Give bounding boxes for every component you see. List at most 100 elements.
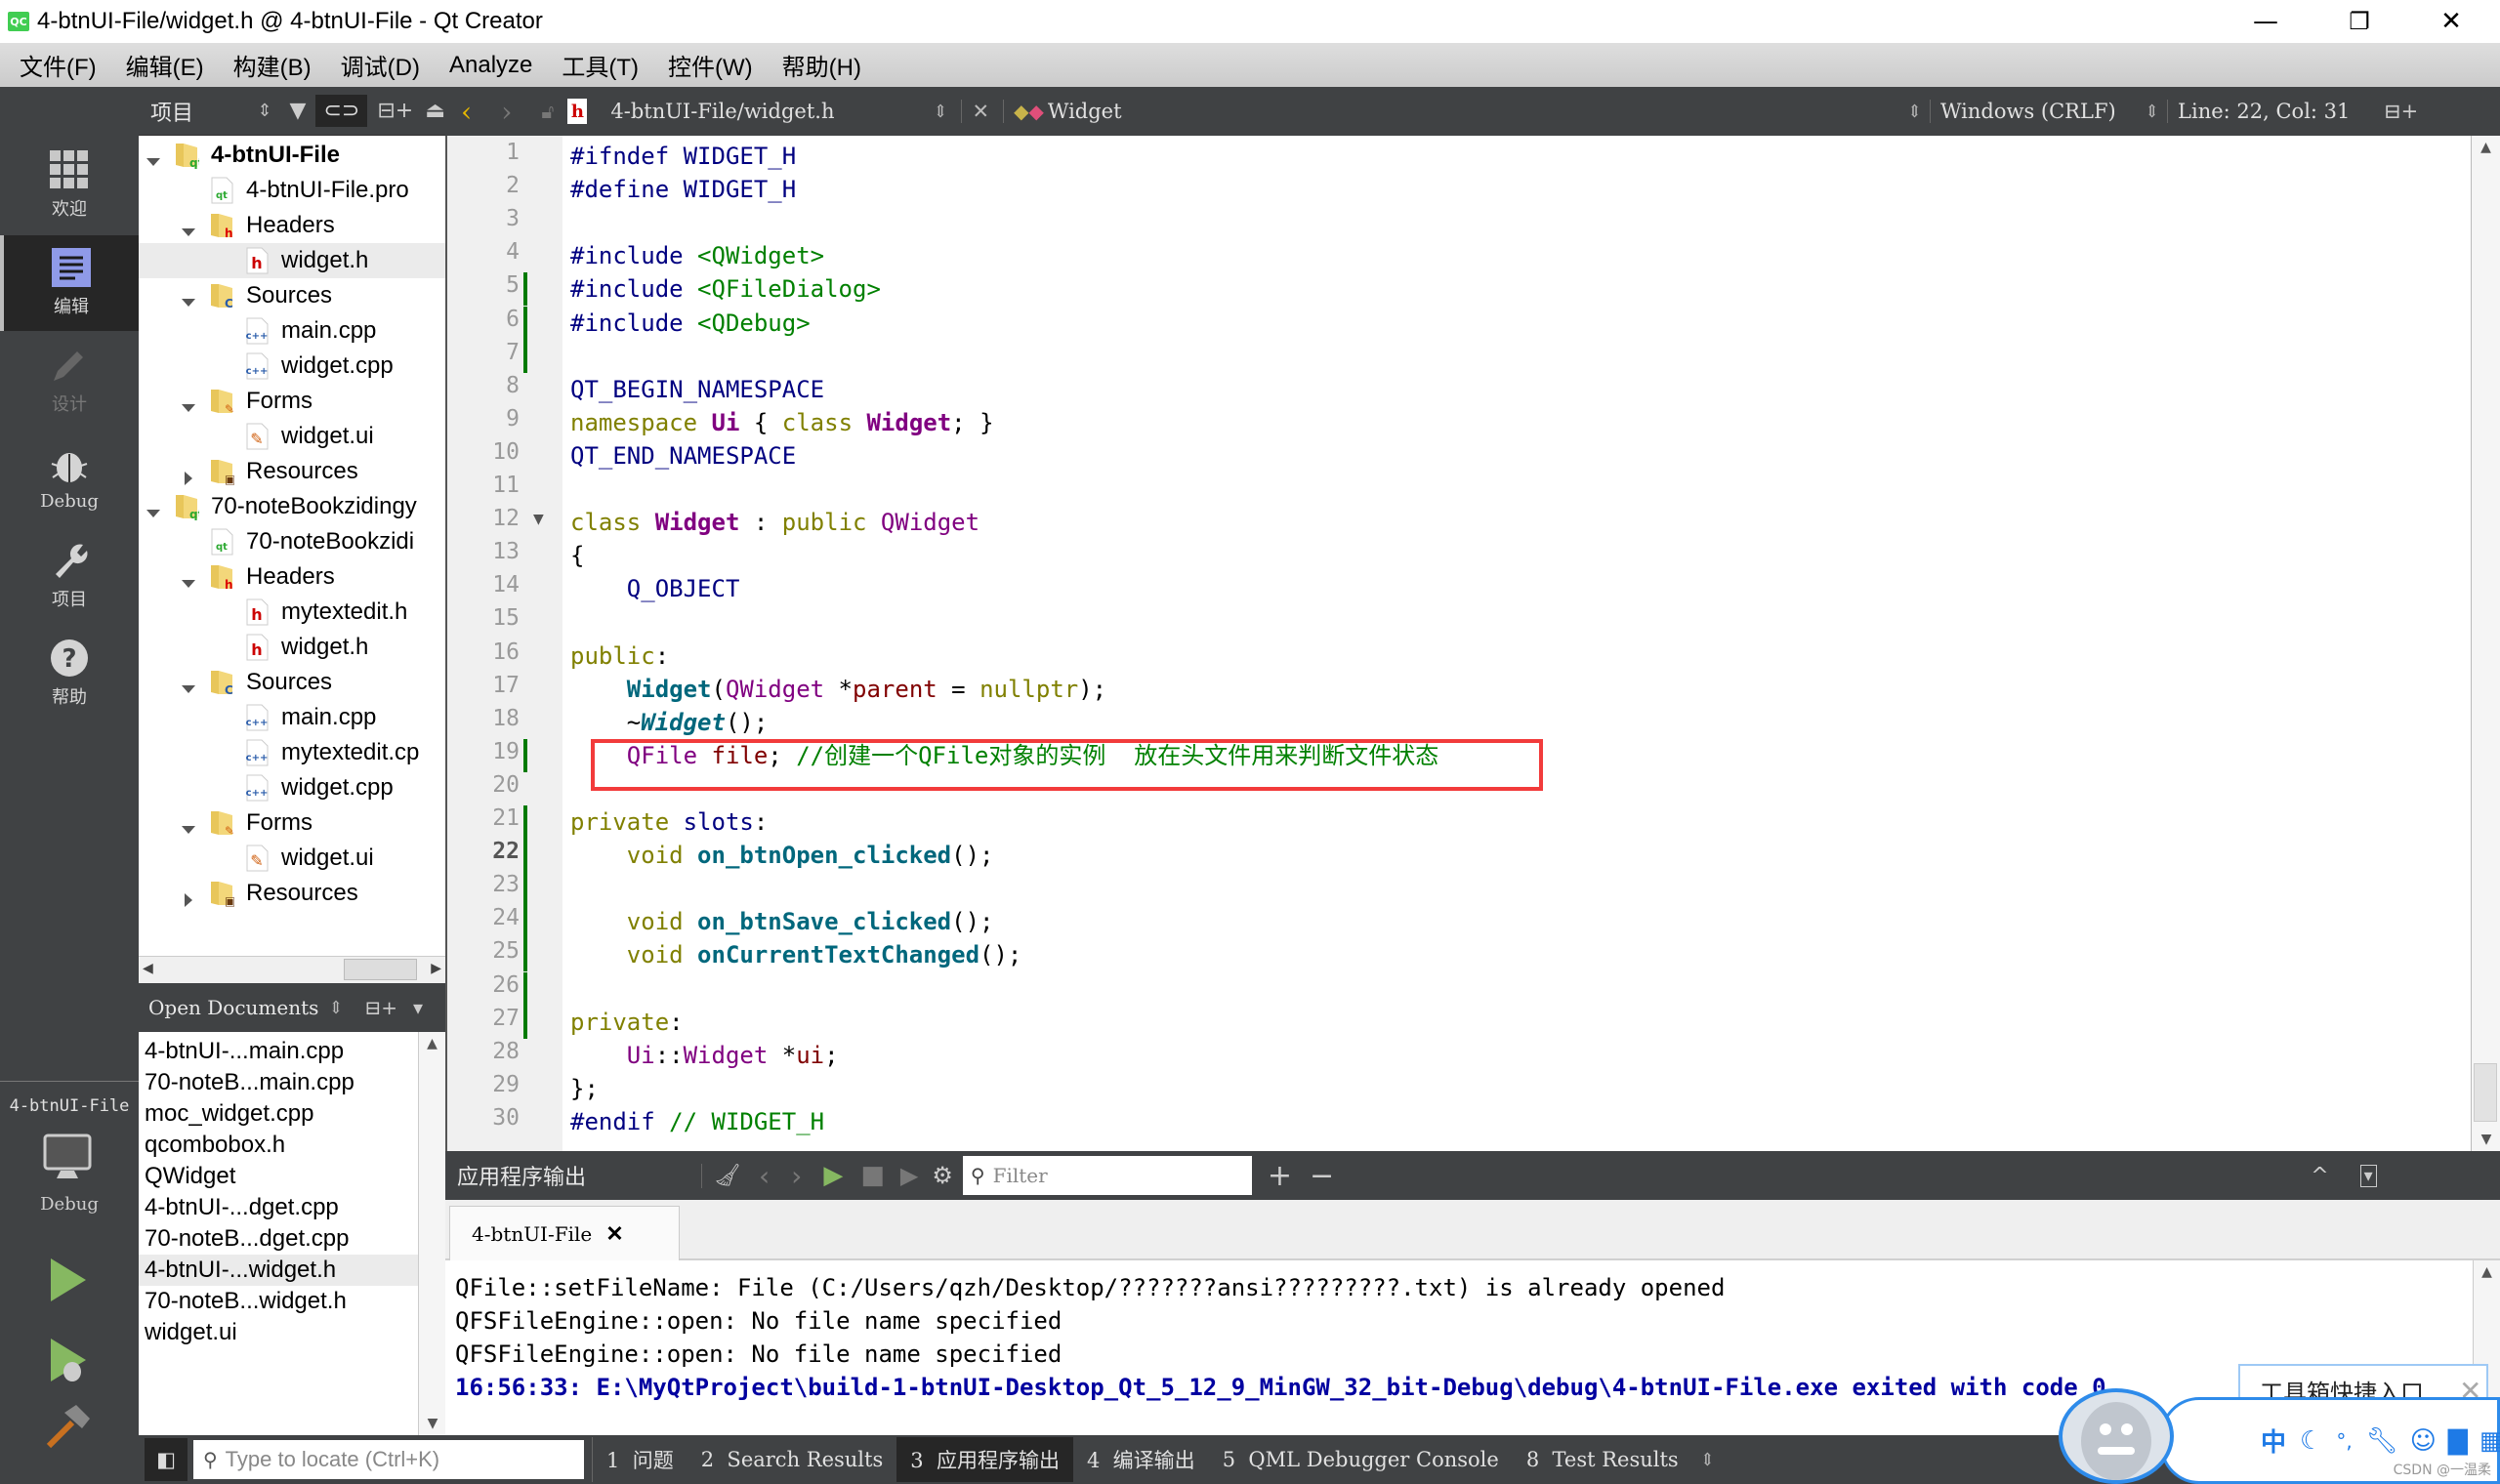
mode-debug[interactable]: Debug bbox=[0, 431, 139, 526]
chevron-down-icon[interactable] bbox=[182, 570, 195, 588]
output-pane-tab[interactable]: 3 应用程序输出 bbox=[896, 1437, 1073, 1482]
restore-button[interactable]: ❐ bbox=[2320, 0, 2398, 43]
open-document-item[interactable]: moc_widget.cpp bbox=[145, 1098, 313, 1130]
open-documents-title[interactable]: Open Documents bbox=[148, 996, 318, 1019]
tree-item[interactable]: C+ Sources bbox=[139, 665, 332, 700]
menu-item[interactable]: 调试(D) bbox=[341, 48, 420, 82]
close-button[interactable]: ✕ bbox=[2412, 0, 2490, 43]
menu-item[interactable]: 文件(F) bbox=[20, 48, 97, 82]
view-selector[interactable]: 项目 bbox=[150, 96, 218, 127]
close-panel-icon[interactable]: ⏏ bbox=[425, 99, 445, 123]
menu-item[interactable]: Analyze bbox=[449, 52, 532, 79]
output-pane-tab[interactable]: 2 Search Results bbox=[688, 1437, 897, 1482]
project-tree-hscrollbar[interactable]: ◀ ▶ bbox=[139, 956, 445, 983]
tree-item[interactable]: c++ main.cpp bbox=[139, 700, 376, 735]
tree-item[interactable]: ✎ Forms bbox=[139, 805, 312, 841]
chevron-down-icon[interactable] bbox=[146, 148, 160, 166]
remove-icon[interactable]: − bbox=[1310, 1159, 1334, 1193]
open-document-item[interactable]: 4-btnUI-...dget.cpp bbox=[145, 1192, 339, 1223]
run-button[interactable] bbox=[47, 1257, 90, 1307]
open-document-item[interactable]: 4-btnUI-...main.cpp bbox=[145, 1036, 344, 1067]
tree-item[interactable]: ▣ Resources bbox=[139, 876, 358, 911]
editor-vscrollbar[interactable]: ▲ ▼ bbox=[2471, 136, 2500, 1151]
open-document-item[interactable]: 70-noteB...main.cpp bbox=[145, 1067, 354, 1098]
moon-icon[interactable]: ☾ bbox=[2300, 1426, 2322, 1456]
output-pane-tab[interactable]: 5 QML Debugger Console bbox=[1209, 1437, 1513, 1482]
updown-chevron-icon[interactable]: ⇕ bbox=[1907, 102, 1922, 122]
settings-gear-icon[interactable]: ⚙ bbox=[932, 1162, 953, 1189]
split-add-icon[interactable]: ⊟+ bbox=[377, 99, 413, 123]
tree-item[interactable]: qt 4-btnUI-File bbox=[139, 138, 340, 173]
mode-projects[interactable]: 项目 bbox=[0, 528, 139, 624]
mode-edit[interactable]: 编辑 bbox=[0, 235, 139, 331]
output-pane-tab[interactable]: 1 问题 bbox=[593, 1437, 688, 1482]
locator-input[interactable]: ⚲ Type to locate (Ctrl+K) bbox=[193, 1440, 584, 1479]
hide-pane-icon[interactable]: ▾ bbox=[2359, 1164, 2377, 1187]
attach-debugger-icon[interactable]: ▶ bbox=[900, 1162, 918, 1189]
clear-output-icon[interactable]: 🧹︎ bbox=[701, 1163, 741, 1188]
punctuation-icon[interactable]: °, bbox=[2336, 1429, 2352, 1453]
tree-item[interactable]: qt 70-noteBookzidingy bbox=[139, 489, 417, 524]
open-documents-scrollbar[interactable]: ▲ ▼ bbox=[418, 1032, 445, 1435]
forward-arrow-icon[interactable]: › bbox=[501, 96, 512, 128]
output-pane-tab[interactable]: 8 Test Results bbox=[1513, 1437, 1692, 1482]
tree-item[interactable]: h widget.h bbox=[139, 243, 445, 278]
tree-item[interactable]: c++ widget.cpp bbox=[139, 770, 394, 805]
output-pane-tab[interactable]: 4 编译输出 bbox=[1073, 1437, 1209, 1482]
maximize-pane-icon[interactable]: ^ bbox=[2311, 1164, 2328, 1188]
split-add-icon[interactable]: ⊟+ bbox=[2384, 100, 2418, 123]
output-tab[interactable]: 4-btnUI-File ✕ bbox=[449, 1206, 680, 1260]
grid-icon[interactable]: ▦ bbox=[2479, 1426, 2500, 1456]
shirt-icon[interactable]: ▇ bbox=[2448, 1426, 2468, 1456]
tree-item[interactable]: ✎ widget.ui bbox=[139, 419, 374, 454]
back-arrow-icon[interactable]: ‹ bbox=[461, 96, 472, 128]
previous-icon[interactable]: ‹ bbox=[759, 1160, 770, 1192]
build-button[interactable] bbox=[43, 1403, 92, 1456]
code-editor[interactable]: #ifndef WIDGET_H #define WIDGET_H #include… bbox=[562, 136, 2471, 1151]
tree-item[interactable]: ✎ Forms bbox=[139, 384, 312, 419]
close-panel-icon[interactable]: ▾ bbox=[413, 996, 423, 1019]
tree-item[interactable]: c++ main.cpp bbox=[139, 313, 376, 349]
tree-item[interactable]: c++ widget.cpp bbox=[139, 349, 394, 384]
unlock-icon[interactable]: 🔓︎ bbox=[541, 100, 554, 123]
debug-run-button[interactable] bbox=[47, 1337, 90, 1387]
minimize-button[interactable]: — bbox=[2227, 0, 2305, 43]
chevron-down-icon[interactable] bbox=[182, 219, 195, 236]
menu-item[interactable]: 工具(T) bbox=[562, 48, 639, 82]
fold-marker-icon[interactable]: ▼ bbox=[533, 512, 544, 527]
open-document-item[interactable]: 70-noteB...dget.cpp bbox=[145, 1223, 349, 1255]
tree-item[interactable]: C+ Sources bbox=[139, 278, 332, 313]
filter-icon[interactable]: ▼ bbox=[290, 99, 307, 123]
tree-item[interactable]: h mytextedit.h bbox=[139, 595, 407, 630]
smiley-icon[interactable]: ☺ bbox=[2410, 1426, 2437, 1456]
updown-chevron-icon[interactable]: ⇕ bbox=[933, 102, 947, 122]
link-with-editor-icon[interactable]: ⊂⊃ bbox=[315, 95, 368, 127]
tree-item[interactable]: ▣ Resources bbox=[139, 454, 358, 489]
next-icon[interactable]: › bbox=[791, 1160, 802, 1192]
open-document-item[interactable]: 70-noteB...widget.h bbox=[145, 1286, 347, 1317]
mode-help[interactable]: ? 帮助 bbox=[0, 626, 139, 721]
menu-item[interactable]: 控件(W) bbox=[668, 48, 753, 82]
close-tab-icon[interactable]: ✕ bbox=[605, 1221, 623, 1247]
output-filter-input[interactable]: ⚲ Filter bbox=[962, 1156, 1252, 1195]
tree-item[interactable]: h Headers bbox=[139, 208, 335, 243]
open-document-item[interactable]: widget.ui bbox=[145, 1317, 237, 1348]
chevron-down-icon[interactable] bbox=[182, 816, 195, 834]
input-mode-toggle[interactable]: 中 bbox=[2261, 1422, 2286, 1459]
chevron-right-icon[interactable] bbox=[182, 465, 195, 485]
line-ending-selector[interactable]: Windows (CRLF) bbox=[1929, 100, 2145, 123]
tree-item[interactable]: qt 4-btnUI-File.pro bbox=[139, 173, 409, 208]
tree-item[interactable]: h Headers bbox=[139, 559, 335, 595]
split-add-icon[interactable]: ⊟+ bbox=[365, 996, 398, 1019]
chevron-down-icon[interactable] bbox=[182, 394, 195, 412]
menu-item[interactable]: 帮助(H) bbox=[782, 48, 861, 82]
menu-item[interactable]: 编辑(E) bbox=[126, 48, 204, 82]
updown-chevron-icon[interactable]: ⇕ bbox=[328, 998, 343, 1018]
ime-avatar[interactable] bbox=[2059, 1388, 2174, 1484]
symbol-selector[interactable]: Widget bbox=[1048, 100, 1907, 123]
stop-icon[interactable]: ■ bbox=[860, 1161, 885, 1190]
updown-chevron-icon[interactable]: ⇕ bbox=[257, 101, 271, 121]
open-document-item[interactable]: qcombobox.h bbox=[145, 1130, 285, 1161]
rerun-icon[interactable]: ▶ bbox=[823, 1161, 843, 1190]
updown-chevron-icon[interactable]: ⇕ bbox=[1700, 1450, 1715, 1470]
